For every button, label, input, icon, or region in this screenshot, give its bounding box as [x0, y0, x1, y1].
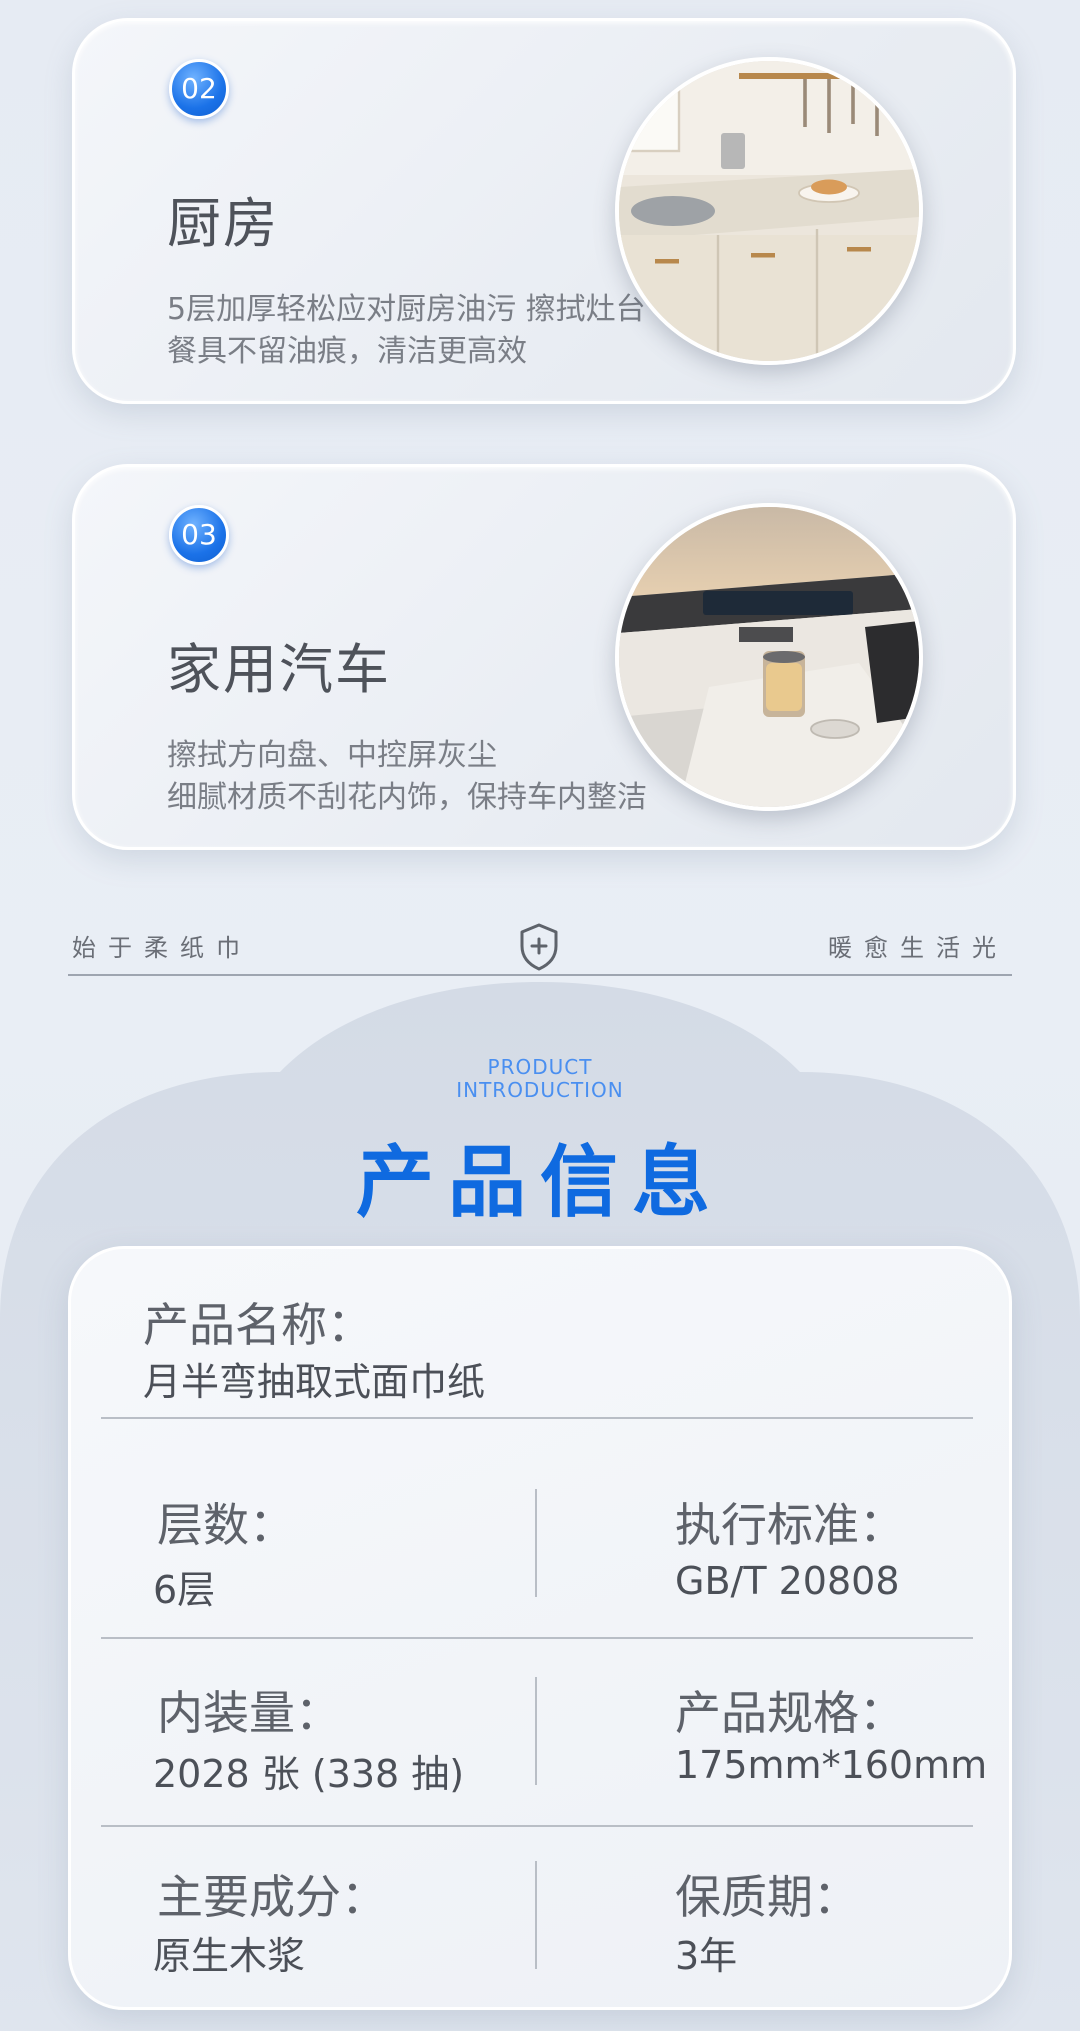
quantity-value: 2028 张 (338 抽) — [153, 1752, 465, 1796]
spec-value: 175mm*160mm — [675, 1743, 988, 1787]
standard-label: 执行标准： — [675, 1498, 905, 1552]
slogan-left: 始于柔纸巾 — [72, 934, 252, 962]
layers-label: 层数： — [157, 1498, 295, 1552]
ingredient-label: 主要成分： — [157, 1870, 387, 1924]
shelf-life-label: 保质期： — [675, 1870, 859, 1924]
scene-desc-line: 擦拭方向盘、中控屏灰尘 — [167, 738, 497, 773]
divider — [535, 1861, 537, 1969]
section-en-line: PRODUCT — [487, 1055, 593, 1079]
divider — [535, 1677, 537, 1785]
divider — [68, 974, 1012, 976]
scene-card-kitchen: 02 厨房 5层加厚轻松应对厨房油污 擦拭灶台 餐具不留油痕，清洁更高效 — [72, 18, 1016, 404]
spec-label: 产品规格： — [675, 1686, 905, 1740]
divider — [101, 1637, 973, 1639]
number-badge: 03 — [169, 505, 229, 565]
product-info-card: 产品名称： 月半弯抽取式面巾纸 层数： 6层 执行标准： GB/T 20808 … — [68, 1246, 1012, 2010]
standard-value: GB/T 20808 — [675, 1559, 900, 1603]
scene-card-car: 03 家用汽车 擦拭方向盘、中控屏灰尘 细腻材质不刮花内饰，保持车内整洁 — [72, 464, 1016, 850]
scene-desc-line: 5层加厚轻松应对厨房油污 擦拭灶台 — [167, 292, 646, 327]
quantity-label: 内装量： — [157, 1686, 341, 1740]
section-title: 产品信息 — [355, 1138, 724, 1228]
car-interior-photo — [615, 503, 923, 811]
divider — [535, 1489, 537, 1597]
divider — [101, 1825, 973, 1827]
scene-description: 5层加厚轻松应对厨房油污 擦拭灶台 餐具不留油痕，清洁更高效 — [167, 289, 646, 373]
layers-value: 6层 — [153, 1568, 216, 1612]
scene-description: 擦拭方向盘、中控屏灰尘 细腻材质不刮花内饰，保持车内整洁 — [167, 735, 647, 819]
scene-desc-line: 细腻材质不刮花内饰，保持车内整洁 — [167, 780, 647, 815]
shield-plus-icon — [520, 923, 558, 971]
divider — [101, 1417, 973, 1419]
slogan-right: 暖愈生活光 — [828, 934, 1008, 962]
scene-desc-line: 餐具不留油痕，清洁更高效 — [167, 334, 527, 369]
section-en-line: INTRODUCTION — [456, 1078, 624, 1102]
number-badge: 02 — [169, 59, 229, 119]
scene-title: 家用汽车 — [167, 638, 391, 701]
scene-title: 厨房 — [167, 192, 279, 255]
kitchen-photo — [615, 57, 923, 365]
product-name-label: 产品名称： — [143, 1298, 373, 1352]
product-name-value: 月半弯抽取式面巾纸 — [143, 1360, 486, 1404]
ingredient-value: 原生木浆 — [153, 1934, 306, 1978]
shelf-life-value: 3年 — [675, 1934, 738, 1978]
